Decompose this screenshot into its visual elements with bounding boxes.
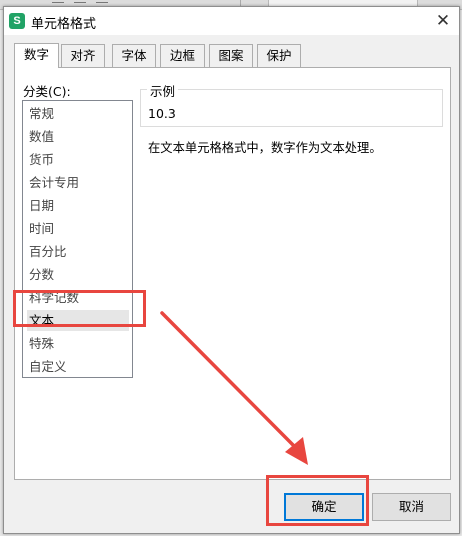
toolbar-align-icon <box>96 2 108 3</box>
category-item-custom[interactable]: 自定义 <box>27 356 129 377</box>
category-item-percentage[interactable]: 百分比 <box>27 241 129 262</box>
tab-font[interactable]: 字体 <box>112 44 156 67</box>
category-item-number[interactable]: 数值 <box>27 126 129 147</box>
close-icon[interactable]: ✕ <box>433 11 453 31</box>
category-label: 分类(C): <box>23 84 71 99</box>
format-description: 在文本单元格格式中，数字作为文本处理。 <box>148 141 382 155</box>
tab-protection[interactable]: 保护 <box>257 44 301 67</box>
category-item-general[interactable]: 常规 <box>27 103 129 124</box>
category-item-time[interactable]: 时间 <box>27 218 129 239</box>
toolbar-align-icon <box>74 2 86 3</box>
category-item-fraction[interactable]: 分数 <box>27 264 129 285</box>
sample-value: 10.3 <box>148 106 176 121</box>
highlight-box-ok-button <box>266 475 369 526</box>
sample-group <box>140 89 443 127</box>
wps-sheet-icon: S <box>9 13 25 29</box>
number-tab-panel: 分类(C): 常规 数值 货币 会计专用 日期 时间 百分比 分数 科学记数 文… <box>14 67 451 480</box>
highlight-box-text-category <box>13 290 146 327</box>
tab-alignment[interactable]: 对齐 <box>61 44 105 67</box>
dialog-titlebar: S 单元格格式 ✕ <box>4 7 459 35</box>
toolbar-align-icon <box>52 2 64 3</box>
dialog-title: 单元格格式 <box>31 17 97 32</box>
format-cells-dialog: S 单元格格式 ✕ 数字 对齐 字体 边框 图案 保护 分类(C): 常规 数值… <box>3 6 460 534</box>
category-item-currency[interactable]: 货币 <box>27 149 129 170</box>
category-item-special[interactable]: 特殊 <box>27 333 129 354</box>
category-list[interactable]: 常规 数值 货币 会计专用 日期 时间 百分比 分数 科学记数 文本 特殊 自定… <box>22 100 133 378</box>
tab-border[interactable]: 边框 <box>160 44 205 67</box>
category-item-accounting[interactable]: 会计专用 <box>27 172 129 193</box>
sample-legend: 示例 <box>147 81 179 100</box>
category-item-date[interactable]: 日期 <box>27 195 129 216</box>
tab-pattern[interactable]: 图案 <box>209 44 253 67</box>
cancel-button[interactable]: 取消 <box>372 493 451 521</box>
tab-number[interactable]: 数字 <box>14 43 59 68</box>
